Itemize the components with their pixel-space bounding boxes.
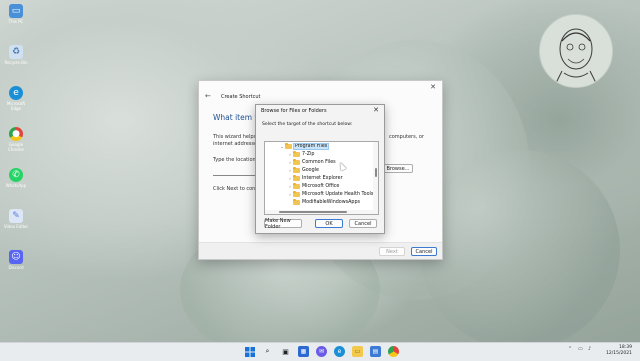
tree-item-microsoft-update-health-tools[interactable]: › Microsoft Update Health Tools <box>287 190 373 198</box>
desktop-icon-label: Recycle Bin <box>4 60 28 65</box>
user-avatar <box>539 14 613 88</box>
location-input[interactable] <box>213 168 255 176</box>
window-title: Create Shortcut <box>221 94 261 100</box>
browse-dialog: Browse for Files or Folders ✕ Select the… <box>255 104 385 234</box>
tree-item-label: Microsoft Update Health Tools <box>302 191 374 197</box>
desktop-icon-this-pc[interactable]: ▭ This PC <box>2 4 30 24</box>
desktop-icon-recycle-bin[interactable]: ♻ Recycle Bin <box>2 45 30 65</box>
clock-date: 12/15/2021 <box>606 351 632 356</box>
vertical-scrollbar[interactable] <box>373 142 378 214</box>
file-explorer-icon[interactable]: ▭ <box>352 346 363 357</box>
chevron-up-icon[interactable]: ⌃ <box>568 346 572 352</box>
tree-item-modifiable-windows-apps[interactable]: ModifiableWindowsApps <box>287 198 360 206</box>
back-arrow-icon[interactable]: ← <box>205 92 211 100</box>
discord-icon: ☺ <box>9 250 23 264</box>
folder-icon <box>293 150 300 157</box>
video-editor-icon: ✎ <box>9 209 23 223</box>
next-button[interactable]: Next <box>379 247 405 256</box>
desktop-icon-label: Google Chrome <box>8 142 24 152</box>
desktop-icon-label: Discord <box>8 265 24 270</box>
folder-icon <box>293 190 300 197</box>
system-clock[interactable]: 18:39 12/15/2021 <box>606 345 632 357</box>
desktop-icon-label: WhatsApp <box>5 183 27 188</box>
dialog-description: Select the target of the shortcut below: <box>262 122 353 127</box>
tree-item-microsoft-office[interactable]: › Microsoft Office <box>287 182 339 190</box>
edge-icon[interactable]: e <box>334 346 345 357</box>
search-icon[interactable]: ⌕ <box>262 346 273 357</box>
tree-item-google[interactable]: › Google <box>287 166 319 174</box>
tree-item-label: Program Files <box>292 142 330 150</box>
wizard-footer <box>199 242 442 259</box>
folder-tree[interactable]: ⌄ Program Files › 7-Zip › Common Files ›… <box>264 141 379 215</box>
windows-start-icon[interactable] <box>244 346 255 357</box>
desktop-icon-chrome[interactable]: ● Google Chrome <box>2 127 30 152</box>
horizontal-scrollbar[interactable] <box>265 210 373 214</box>
tree-item-7zip[interactable]: › 7-Zip <box>287 150 314 158</box>
tree-item-label: 7-Zip <box>302 151 315 157</box>
folder-icon <box>293 174 300 181</box>
recycle-bin-icon: ♻ <box>9 45 23 59</box>
chrome-icon[interactable] <box>388 346 399 357</box>
folder-icon <box>293 166 300 173</box>
tree-item-program-files[interactable]: ⌄ Program Files <box>279 142 330 150</box>
dialog-title: Browse for Files or Folders <box>261 108 327 114</box>
tree-item-label: Internet Explorer <box>302 175 343 181</box>
edge-icon: e <box>9 86 23 100</box>
desktop-icon-label: Video Editor <box>3 224 29 229</box>
chrome-icon: ● <box>9 127 23 141</box>
desktop-icon-label: This PC <box>8 19 24 24</box>
chat-icon[interactable]: ✉ <box>316 346 327 357</box>
desktop-icon-video-editor[interactable]: ✎ Video Editor <box>2 209 30 229</box>
computer-icon: ▭ <box>9 4 23 18</box>
ok-button[interactable]: OK <box>315 219 343 228</box>
scrollbar-thumb[interactable] <box>279 211 347 213</box>
desktop-icon-discord[interactable]: ☺ Discord <box>2 250 30 270</box>
task-view-icon[interactable]: ▣ <box>280 346 291 357</box>
desktop-icon-label: Microsoft Edge <box>6 101 26 111</box>
tree-item-label: ModifiableWindowsApps <box>302 199 361 205</box>
folder-icon <box>293 182 300 189</box>
scrollbar-thumb[interactable] <box>375 168 377 177</box>
desktop-icon-whatsapp[interactable]: ✆ WhatsApp <box>2 168 30 188</box>
tree-item-internet-explorer[interactable]: › Internet Explorer <box>287 174 343 182</box>
browse-button[interactable]: Browse... <box>383 164 413 173</box>
widgets-icon[interactable]: ▦ <box>298 346 309 357</box>
tree-item-label: Google <box>302 167 319 173</box>
volume-icon[interactable]: ♪ <box>588 346 591 352</box>
tree-item-label: Microsoft Office <box>302 183 340 189</box>
taskbar: ⌕ ▣ ▦ ✉ e ▭ ▤ ⌃ ▭ ♪ 18:39 12/15/2021 <box>0 342 640 361</box>
cancel-button[interactable]: Cancel <box>411 247 437 256</box>
folder-icon <box>293 198 300 205</box>
wizard-description-right: computers, or <box>389 134 425 140</box>
tree-item-label: Common Files <box>302 159 336 165</box>
close-icon[interactable]: ✕ <box>430 83 436 91</box>
whatsapp-icon: ✆ <box>9 168 23 182</box>
network-icon[interactable]: ▭ <box>578 346 583 352</box>
make-new-folder-button[interactable]: Make New Folder <box>264 218 302 230</box>
store-icon[interactable]: ▤ <box>370 346 381 357</box>
desktop-icon-edge[interactable]: e Microsoft Edge <box>2 86 30 111</box>
close-icon[interactable]: ✕ <box>373 106 379 114</box>
cancel-button[interactable]: Cancel <box>349 219 377 228</box>
tree-item-common-files[interactable]: › Common Files <box>287 158 336 166</box>
folder-icon <box>285 142 292 149</box>
folder-icon <box>293 158 300 165</box>
